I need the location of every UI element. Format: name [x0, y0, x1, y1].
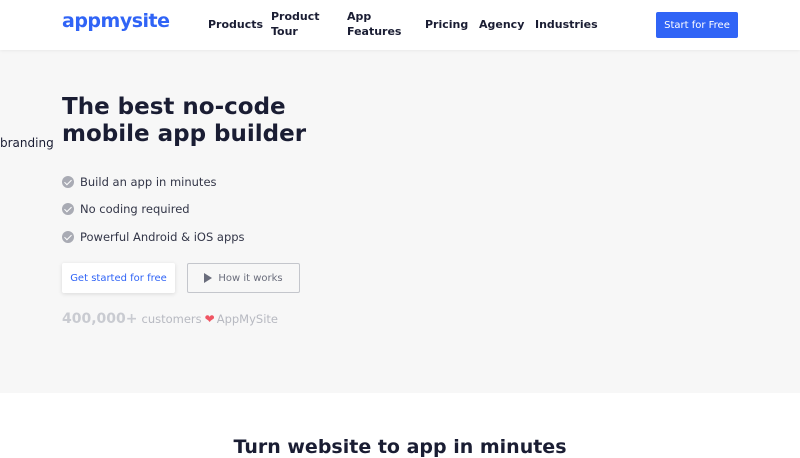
appmysite-logo[interactable]: appmysite: [62, 10, 170, 32]
get-started-button[interactable]: Get started for free: [62, 263, 175, 293]
feature-text: Powerful Android & iOS apps: [80, 229, 245, 244]
play-icon: [204, 273, 213, 283]
feature-item: No coding required: [62, 196, 245, 224]
customer-count: 400,000+: [62, 311, 138, 327]
feature-text: Build an app in minutes: [80, 174, 217, 189]
feature-text: No coding required: [80, 202, 190, 217]
customer-stats: 400,000+ customers ❤ AppMySite: [62, 311, 278, 327]
section-title: Turn website to app in minutes: [233, 436, 567, 458]
nav-pricing[interactable]: Pricing: [425, 17, 468, 32]
feature-item: Build an app in minutes: [62, 168, 245, 196]
brand-name: AppMySite: [216, 312, 278, 326]
customer-label: customers: [141, 312, 202, 326]
heart-icon: ❤: [204, 312, 215, 326]
feature-item: Powerful Android & iOS apps: [62, 223, 245, 251]
nav-products[interactable]: Products: [208, 17, 263, 32]
check-circle-icon: [62, 230, 74, 243]
start-for-free-button[interactable]: Start for Free: [656, 12, 738, 38]
hero-title: The best no-code mobile app builder: [62, 94, 307, 147]
nav-product-tour[interactable]: Product Tour: [271, 9, 321, 39]
check-circle-icon: [62, 203, 74, 216]
check-circle-icon: [62, 175, 74, 188]
how-it-works-label: How it works: [218, 272, 283, 284]
branding-text-fragment: branding: [0, 136, 54, 150]
site-header: appmysite Products Product Tour App Feat…: [0, 0, 800, 50]
nav-agency[interactable]: Agency: [479, 17, 524, 32]
hero-section: branding The best no-code mobile app bui…: [0, 50, 800, 393]
nav-industries[interactable]: Industries: [535, 17, 598, 32]
how-it-works-button[interactable]: How it works: [187, 263, 300, 293]
feature-list: Build an app in minutes No coding requir…: [62, 168, 245, 251]
nav-app-features[interactable]: App Features: [347, 9, 401, 39]
